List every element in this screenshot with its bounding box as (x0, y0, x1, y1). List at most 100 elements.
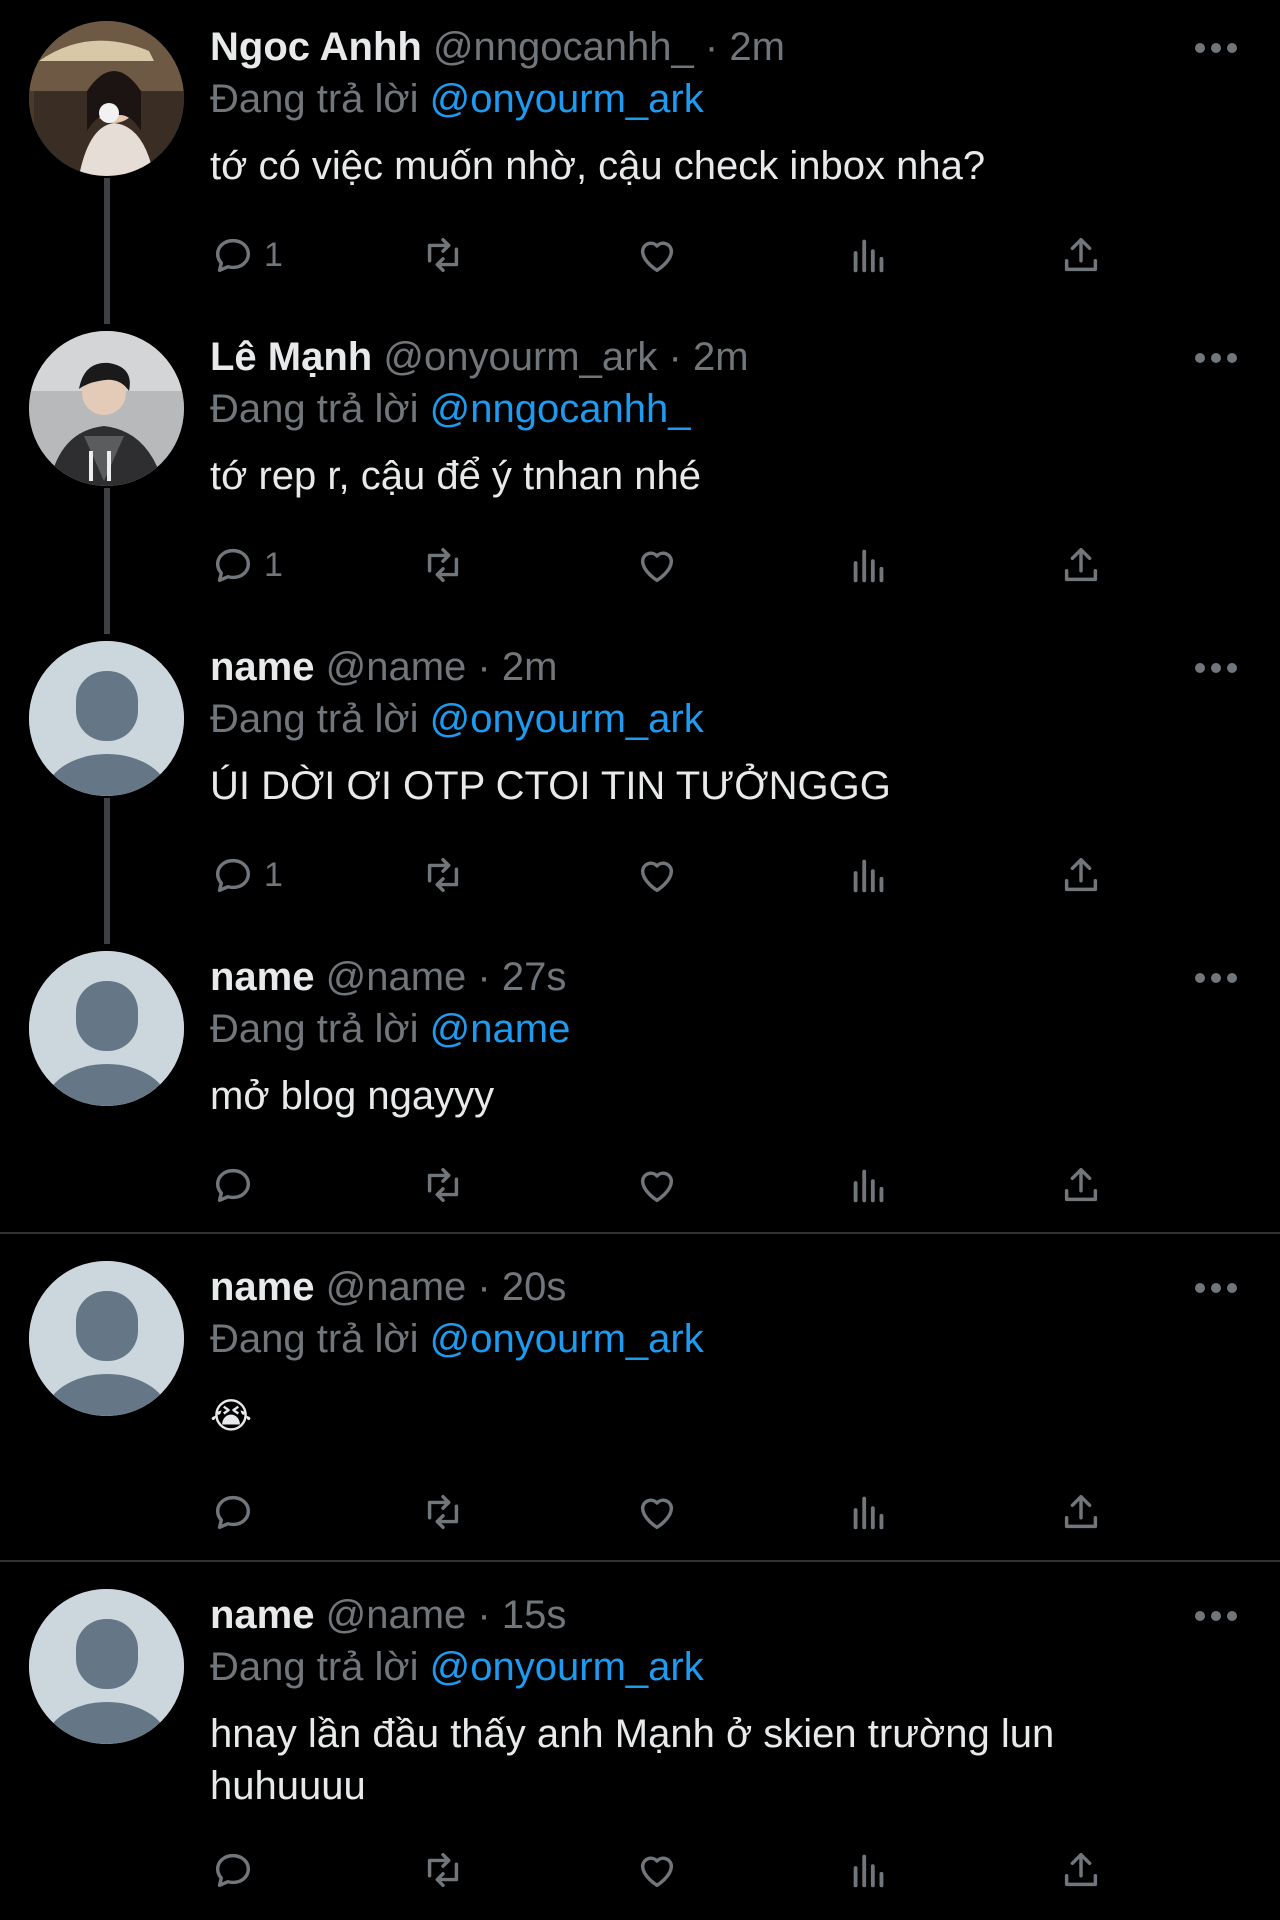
photo-avatar-boy-icon (29, 331, 184, 486)
share-button[interactable] (1058, 539, 1104, 591)
retweet-button[interactable] (420, 539, 466, 591)
like-button[interactable] (634, 1844, 680, 1896)
views-button[interactable] (846, 229, 892, 281)
reply-button[interactable] (210, 1844, 264, 1896)
reply-mention-link[interactable]: @onyourm_ark (430, 697, 704, 741)
user-handle[interactable]: @name (326, 1593, 467, 1637)
retweet-icon (427, 1167, 459, 1203)
views-button[interactable] (846, 1844, 892, 1896)
reply-button[interactable] (210, 1486, 264, 1538)
display-name[interactable]: Lê Mạnh (210, 335, 372, 379)
like-button[interactable] (634, 229, 680, 281)
more-options-button[interactable] (1192, 348, 1240, 368)
timestamp[interactable]: 27s (502, 955, 567, 999)
default-avatar-icon (29, 1261, 184, 1416)
user-handle[interactable]: @name (326, 955, 467, 999)
reply-mention-link[interactable]: @nngocanhh_ (430, 387, 691, 431)
reply-button[interactable]: 1 (210, 849, 283, 901)
like-button[interactable] (634, 1159, 680, 1211)
more-options-button[interactable] (1192, 968, 1240, 988)
separator-dot: · (477, 645, 491, 689)
like-button[interactable] (634, 849, 680, 901)
reply-mention-link[interactable]: @onyourm_ark (430, 77, 704, 121)
tweet-text: mở blog ngayyy (210, 1074, 495, 1118)
timestamp[interactable]: 20s (502, 1265, 567, 1309)
tweet-item[interactable]: name @name · 2m Đang trả lời @onyourm_ar… (0, 620, 1280, 930)
like-button[interactable] (634, 1486, 680, 1538)
avatar[interactable] (29, 21, 184, 176)
user-handle[interactable]: @name (326, 645, 467, 689)
retweet-button[interactable] (420, 849, 466, 901)
retweet-icon (427, 547, 459, 583)
display-name[interactable]: name (210, 1265, 315, 1309)
tweet-actions (210, 1159, 1110, 1211)
timestamp[interactable]: 2m (502, 645, 558, 689)
share-button[interactable] (1058, 229, 1104, 281)
display-name[interactable]: name (210, 1593, 315, 1637)
tweet-item[interactable]: name @name · 20s Đang trả lời @onyourm_a… (0, 1240, 1280, 1560)
timestamp[interactable]: 2m (729, 25, 785, 69)
share-icon (1064, 1167, 1098, 1202)
reply-mention-link[interactable]: @name (430, 1007, 571, 1051)
tweet-text: 😭 (210, 1395, 253, 1436)
share-icon (1064, 547, 1098, 582)
more-options-button[interactable] (1192, 38, 1240, 58)
views-chart-icon (853, 1854, 884, 1888)
share-button[interactable] (1058, 1159, 1104, 1211)
timestamp[interactable]: 15s (502, 1593, 567, 1637)
share-icon (1064, 237, 1098, 272)
reply-count: 1 (264, 545, 283, 584)
user-handle[interactable]: @name (326, 1265, 467, 1309)
avatar[interactable] (29, 641, 184, 796)
reply-button[interactable] (210, 1159, 264, 1211)
avatar[interactable] (29, 331, 184, 486)
tweet-header: name @name · 15s (210, 1591, 566, 1639)
replying-to: Đang trả lời @name (210, 1005, 570, 1053)
views-button[interactable] (846, 539, 892, 591)
tweet-divider (0, 1560, 1280, 1562)
more-icon (1195, 1611, 1237, 1621)
more-options-button[interactable] (1192, 658, 1240, 678)
tweet-item[interactable]: name @name · 27s Đang trả lời @name mở b… (0, 930, 1280, 1232)
tweet-header: Lê Mạnh @onyourm_ark · 2m (210, 333, 749, 381)
display-name[interactable]: name (210, 955, 315, 999)
tweet-text: ÚI DỜI ƠI OTP CTOI TIN TƯỞNGGG (210, 764, 891, 808)
reply-button[interactable]: 1 (210, 539, 283, 591)
share-button[interactable] (1058, 1486, 1104, 1538)
tweet-text: tớ có việc muốn nhờ, cậu check inbox nha… (210, 144, 986, 188)
more-options-button[interactable] (1192, 1278, 1240, 1298)
separator-dot: · (477, 955, 491, 999)
like-button[interactable] (634, 539, 680, 591)
photo-avatar-girl-icon (29, 21, 184, 176)
tweet-text: hnay lần đầu thấy anh Mạnh ở skien trườn… (210, 1712, 1055, 1808)
avatar[interactable] (29, 1589, 184, 1744)
views-button[interactable] (846, 849, 892, 901)
more-icon (1195, 353, 1237, 363)
avatar[interactable] (29, 1261, 184, 1416)
retweet-button[interactable] (420, 1486, 466, 1538)
reply-mention-link[interactable]: @onyourm_ark (430, 1317, 704, 1361)
tweet-item[interactable]: name @name · 15s Đang trả lời @onyourm_a… (0, 1568, 1280, 1920)
display-name[interactable]: Ngoc Anhh (210, 25, 422, 69)
tweet-text: tớ rep r, cậu để ý tnhan nhé (210, 454, 701, 498)
share-button[interactable] (1058, 1844, 1104, 1896)
heart-icon (640, 241, 674, 273)
reply-mention-link[interactable]: @onyourm_ark (430, 1645, 704, 1689)
retweet-button[interactable] (420, 1844, 466, 1896)
user-handle[interactable]: @nngocanhh_ (433, 25, 694, 69)
reply-button[interactable]: 1 (210, 229, 283, 281)
more-options-button[interactable] (1192, 1606, 1240, 1626)
share-button[interactable] (1058, 849, 1104, 901)
retweet-button[interactable] (420, 229, 466, 281)
tweet-item[interactable]: Lê Mạnh @onyourm_ark · 2m Đang trả lời @… (0, 310, 1280, 620)
tweet-item[interactable]: Ngoc Anhh @nngocanhh_ · 2m Đang trả lời … (0, 0, 1280, 310)
reply-icon (215, 858, 251, 893)
display-name[interactable]: name (210, 645, 315, 689)
avatar[interactable] (29, 951, 184, 1106)
separator-dot: · (477, 1593, 491, 1637)
views-button[interactable] (846, 1159, 892, 1211)
retweet-button[interactable] (420, 1159, 466, 1211)
views-button[interactable] (846, 1486, 892, 1538)
timestamp[interactable]: 2m (693, 335, 749, 379)
user-handle[interactable]: @onyourm_ark (383, 335, 657, 379)
